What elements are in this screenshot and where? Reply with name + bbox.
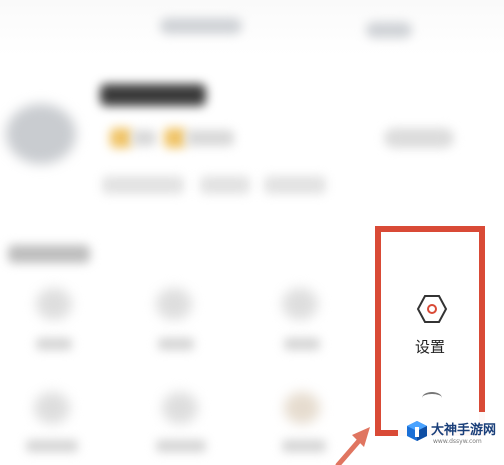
watermark: 大神手游网 www.dssyw.com bbox=[398, 412, 504, 465]
grid-label bbox=[158, 338, 194, 350]
grid-icon[interactable] bbox=[34, 392, 70, 424]
top-tab-left[interactable] bbox=[160, 18, 242, 34]
avatar[interactable] bbox=[6, 104, 76, 164]
top-tab-right[interactable] bbox=[366, 22, 412, 38]
grid-icon[interactable] bbox=[282, 288, 318, 320]
info-chip[interactable] bbox=[200, 176, 250, 194]
grid-label bbox=[36, 338, 72, 350]
settings-highlight[interactable]: 设置 bbox=[375, 226, 485, 436]
settings-hexagon-icon bbox=[416, 295, 448, 323]
watermark-title: 大神手游网 bbox=[431, 423, 497, 438]
grid-label bbox=[282, 440, 326, 452]
info-chip[interactable] bbox=[102, 176, 184, 194]
grid-icon[interactable] bbox=[156, 288, 192, 320]
medal-text bbox=[186, 130, 234, 146]
info-chip[interactable] bbox=[264, 176, 326, 194]
vip-badge bbox=[110, 128, 132, 148]
partial-icon bbox=[422, 392, 442, 404]
grid-icon[interactable] bbox=[162, 392, 198, 424]
section-title bbox=[8, 245, 90, 263]
grid-label bbox=[156, 440, 206, 452]
pointer-arrow bbox=[335, 427, 370, 465]
cube-logo-icon bbox=[407, 421, 427, 441]
settings-label: 设置 bbox=[414, 338, 445, 356]
grid-label bbox=[284, 338, 320, 350]
profile-action-button[interactable] bbox=[384, 128, 454, 148]
grid-icon[interactable] bbox=[36, 288, 72, 320]
watermark-url: www.dssyw.com bbox=[433, 438, 482, 445]
screen: 设置 大神手游网 www.dssyw.com bbox=[0, 0, 504, 465]
level-badge bbox=[132, 130, 156, 146]
grid-icon[interactable] bbox=[284, 392, 320, 424]
grid-label bbox=[26, 440, 78, 452]
medal-badge bbox=[164, 128, 186, 148]
username bbox=[100, 84, 206, 106]
